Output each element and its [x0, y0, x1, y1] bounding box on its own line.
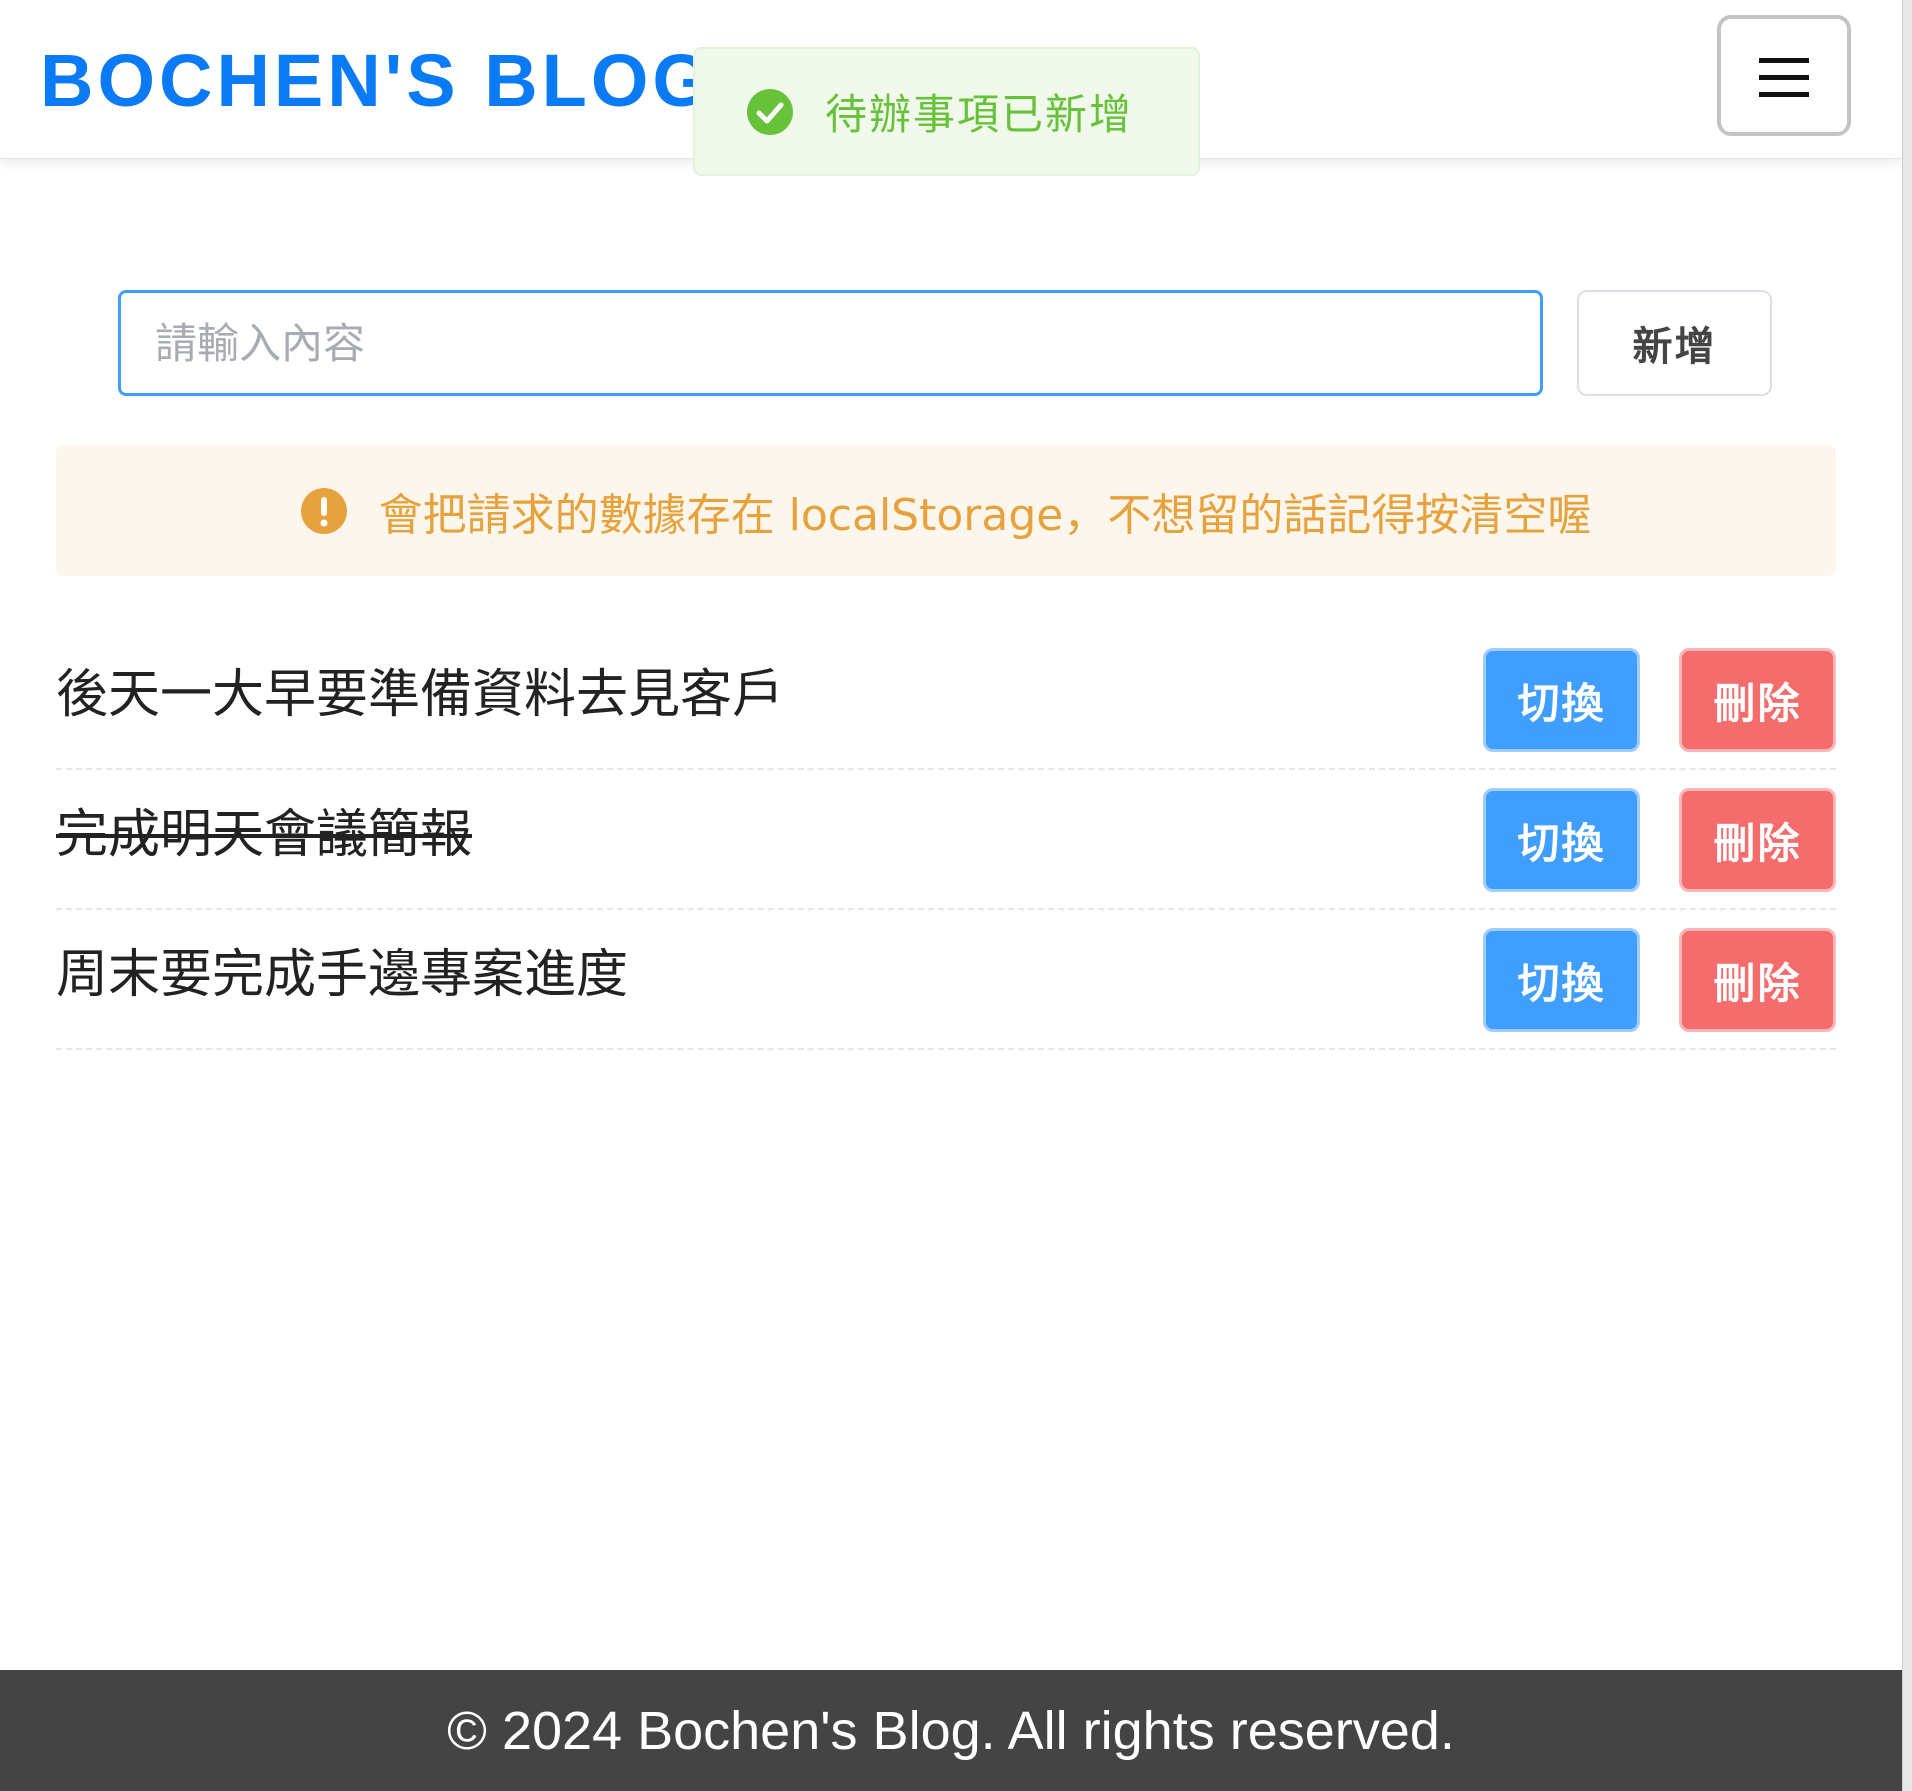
- todo-item: 後天一大早要準備資料去見客戶 切換 刪除: [56, 630, 1836, 770]
- toggle-button[interactable]: 切換: [1483, 788, 1640, 892]
- storage-notice: 會把請求的數據存在 localStorage，不想留的話記得按清空喔: [56, 445, 1836, 576]
- todo-item: 完成明天會議簡報 切換 刪除: [56, 770, 1836, 910]
- add-button[interactable]: 新增: [1577, 290, 1772, 396]
- todo-item: 周末要完成手邊專案進度 切換 刪除: [56, 910, 1836, 1050]
- todo-text: 後天一大早要準備資料去見客戶: [56, 665, 785, 725]
- delete-button[interactable]: 刪除: [1679, 928, 1836, 1032]
- site-footer: © 2024 Bochen's Blog. All rights reserve…: [0, 1670, 1902, 1791]
- site-brand[interactable]: BOCHEN'S BLOG: [40, 38, 714, 124]
- delete-button[interactable]: 刪除: [1679, 788, 1836, 892]
- menu-button[interactable]: [1717, 15, 1851, 136]
- page: BOCHEN'S BLOG 待辦事項已新增 新增: [0, 0, 1912, 1791]
- footer-copyright: © 2024 Bochen's Blog. All rights reserve…: [447, 1700, 1455, 1761]
- delete-button[interactable]: 刪除: [1679, 648, 1836, 752]
- notice-text: 會把請求的數據存在 localStorage，不想留的話記得按清空喔: [378, 489, 1592, 541]
- scrollbar-track[interactable]: [1902, 0, 1912, 1791]
- todo-form: 新增: [118, 290, 1772, 396]
- toggle-button[interactable]: 切換: [1483, 928, 1640, 1032]
- todo-text: 周末要完成手邊專案進度: [56, 945, 629, 1005]
- todo-text-completed: 完成明天會議簡報: [56, 805, 473, 865]
- hamburger-menu-icon: [1759, 44, 1809, 108]
- check-circle-icon: [747, 88, 793, 135]
- toast-message: 待辦事項已新增: [825, 90, 1134, 139]
- success-toast: 待辦事項已新增: [693, 47, 1200, 176]
- exclamation-circle-icon: [300, 487, 347, 534]
- toggle-button[interactable]: 切換: [1483, 648, 1640, 752]
- todo-list: 後天一大早要準備資料去見客戶 切換 刪除 完成明天會議簡報 切換 刪除 周末要完…: [56, 630, 1836, 1050]
- todo-input[interactable]: [118, 290, 1543, 396]
